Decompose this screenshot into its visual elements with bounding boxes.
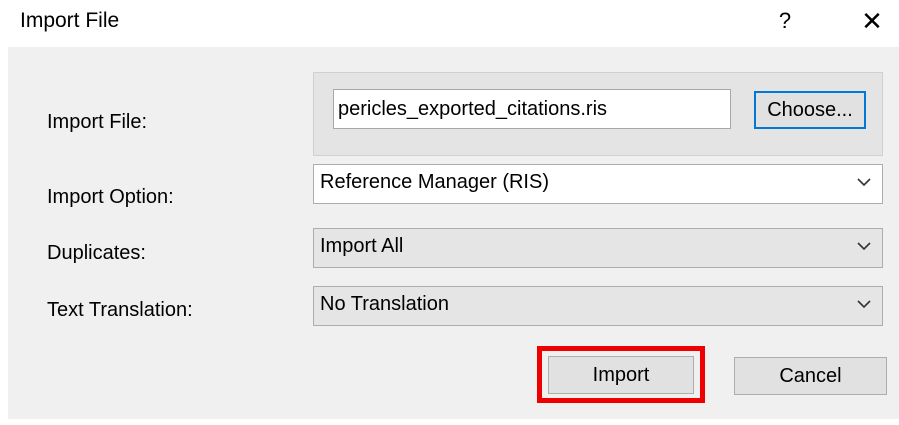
close-button[interactable]: ✕ (855, 6, 889, 36)
duplicates-label: Duplicates: (47, 242, 146, 264)
title-bar: Import File ? ✕ (0, 0, 899, 46)
duplicates-value: Import All (320, 235, 404, 257)
text-translation-select[interactable]: No Translation (313, 286, 883, 326)
dialog-title: Import File (20, 9, 120, 32)
chevron-down-icon (857, 300, 871, 309)
import-option-select[interactable]: Reference Manager (RIS) (313, 164, 883, 204)
import-file-input[interactable] (333, 89, 731, 129)
choose-file-button[interactable]: Choose... (754, 91, 866, 129)
chevron-down-icon (857, 242, 871, 251)
text-translation-value: No Translation (320, 293, 449, 315)
help-button[interactable]: ? (770, 6, 800, 36)
import-file-dialog: Import File ? ✕ Import File: Choose... I… (0, 0, 899, 425)
text-translation-label: Text Translation: (47, 299, 193, 321)
import-file-label: Import File: (47, 111, 148, 133)
import-option-value: Reference Manager (RIS) (320, 171, 549, 193)
cancel-button[interactable]: Cancel (734, 357, 887, 395)
import-option-label: Import Option: (47, 186, 174, 208)
chevron-down-icon (857, 178, 871, 187)
duplicates-select[interactable]: Import All (313, 228, 883, 268)
import-button[interactable]: Import (548, 356, 694, 394)
